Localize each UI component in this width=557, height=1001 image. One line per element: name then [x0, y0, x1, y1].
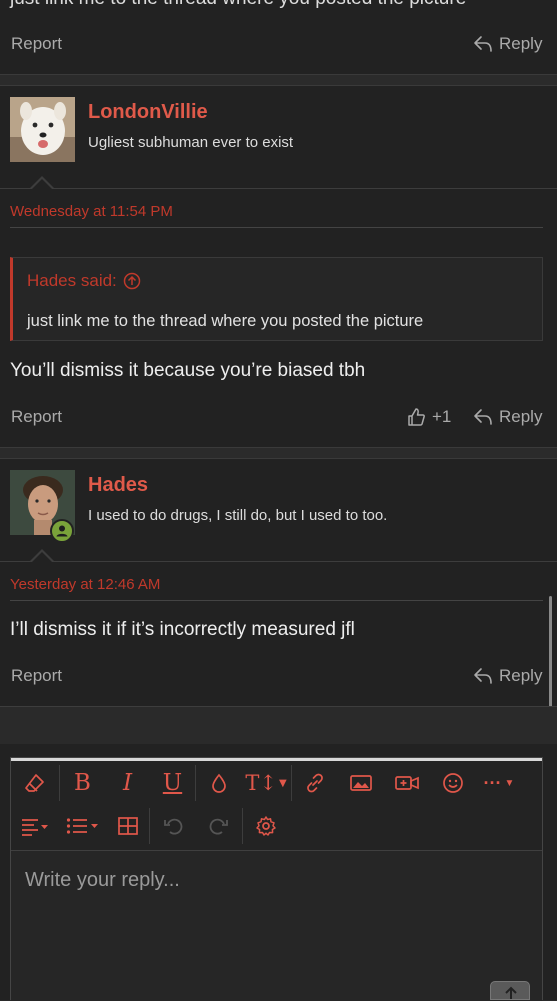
- chevron-down-icon: ▼: [278, 777, 287, 789]
- reply-placeholder: Write your reply...: [25, 869, 180, 891]
- quote-block: Hades said: just link me to the thread w…: [10, 257, 543, 341]
- bold-icon[interactable]: B: [60, 763, 105, 803]
- quote-text: just link me to the thread where you pos…: [27, 312, 424, 330]
- post-date[interactable]: Wednesday at 11:54 PM: [10, 203, 173, 220]
- eraser-icon[interactable]: [11, 763, 59, 803]
- report-link[interactable]: Report: [11, 34, 62, 54]
- username-londonvillie[interactable]: LondonVillie: [88, 101, 208, 124]
- align-icon[interactable]: [11, 806, 59, 846]
- italic-icon[interactable]: I: [105, 763, 150, 803]
- chevron-down-icon: ▼: [504, 777, 515, 789]
- editor-toolbar-row-1: B I U T↕ ▼ ··· ▼: [11, 763, 522, 803]
- reaction-count: +1: [432, 407, 452, 426]
- font-size-icon[interactable]: T↕ ▼: [241, 763, 291, 803]
- report-label: Report: [11, 34, 63, 53]
- report-link[interactable]: Report: [11, 407, 62, 427]
- editor-toolbar-row-2: [11, 806, 289, 846]
- post-separator: [0, 74, 557, 86]
- underline-icon[interactable]: U: [150, 763, 195, 803]
- arrow-up-icon: [503, 985, 519, 999]
- post-body: You’ll dismiss it because you’re biased …: [10, 360, 366, 381]
- top-post-cutoff-text: just link me to the thread where you pos…: [10, 0, 466, 10]
- more-glyph: ···: [483, 772, 502, 793]
- link-icon[interactable]: [292, 763, 338, 803]
- list-icon[interactable]: [59, 806, 107, 846]
- scroll-top-button[interactable]: [490, 981, 530, 1000]
- reply-label: Reply: [499, 407, 543, 426]
- reply-label: Reply: [499, 666, 543, 685]
- reply-icon: [473, 408, 493, 426]
- reply-button[interactable]: Reply: [473, 407, 542, 427]
- jump-up-icon[interactable]: [123, 272, 141, 290]
- editor-top-highlight: [11, 758, 542, 761]
- avatar-londonvillie[interactable]: [10, 97, 75, 162]
- image-icon[interactable]: [338, 763, 384, 803]
- thumbs-up-icon: [406, 407, 426, 427]
- reply-textarea[interactable]: Write your reply...: [11, 850, 542, 1001]
- post-header-divider: [0, 561, 557, 562]
- date-divider: [10, 600, 543, 601]
- user-arrow-inner: [32, 179, 52, 189]
- table-icon[interactable]: [107, 806, 149, 846]
- reply-icon: [473, 667, 493, 685]
- post-separator: [0, 447, 557, 459]
- user-title: I used to do drugs, I still do, but I us…: [88, 507, 388, 524]
- reply-button[interactable]: Reply: [473, 666, 542, 686]
- report-label: Report: [11, 666, 63, 685]
- online-status-icon: [50, 519, 74, 543]
- report-label: Report: [11, 407, 63, 426]
- text-color-icon[interactable]: [196, 763, 241, 803]
- redo-icon[interactable]: [196, 806, 242, 846]
- user-title: Ugliest subhuman ever to exist: [88, 134, 294, 151]
- more-icon[interactable]: ··· ▼: [476, 763, 522, 803]
- smilie-icon[interactable]: [430, 763, 476, 803]
- undo-icon[interactable]: [150, 806, 196, 846]
- reply-label: Reply: [499, 34, 543, 53]
- date-divider: [10, 227, 543, 228]
- post-header-divider: [0, 188, 557, 189]
- report-link[interactable]: Report: [11, 666, 62, 686]
- media-icon[interactable]: [384, 763, 430, 803]
- quote-author[interactable]: Hades said:: [27, 271, 141, 291]
- quote-author-label: Hades said:: [27, 271, 117, 290]
- post-body: I’ll dismiss it if it’s incorrectly meas…: [10, 619, 355, 640]
- reply-icon: [473, 35, 493, 53]
- font-size-glyph: T↕: [245, 771, 277, 795]
- like-button[interactable]: +1: [406, 407, 451, 427]
- settings-icon[interactable]: [243, 806, 289, 846]
- reply-editor: B I U T↕ ▼ ··· ▼ Write your reply...: [10, 757, 543, 1001]
- post-date[interactable]: Yesterday at 12:46 AM: [10, 576, 160, 593]
- user-arrow-inner: [32, 552, 52, 562]
- username-hades[interactable]: Hades: [88, 474, 148, 497]
- reply-button[interactable]: Reply: [473, 34, 542, 54]
